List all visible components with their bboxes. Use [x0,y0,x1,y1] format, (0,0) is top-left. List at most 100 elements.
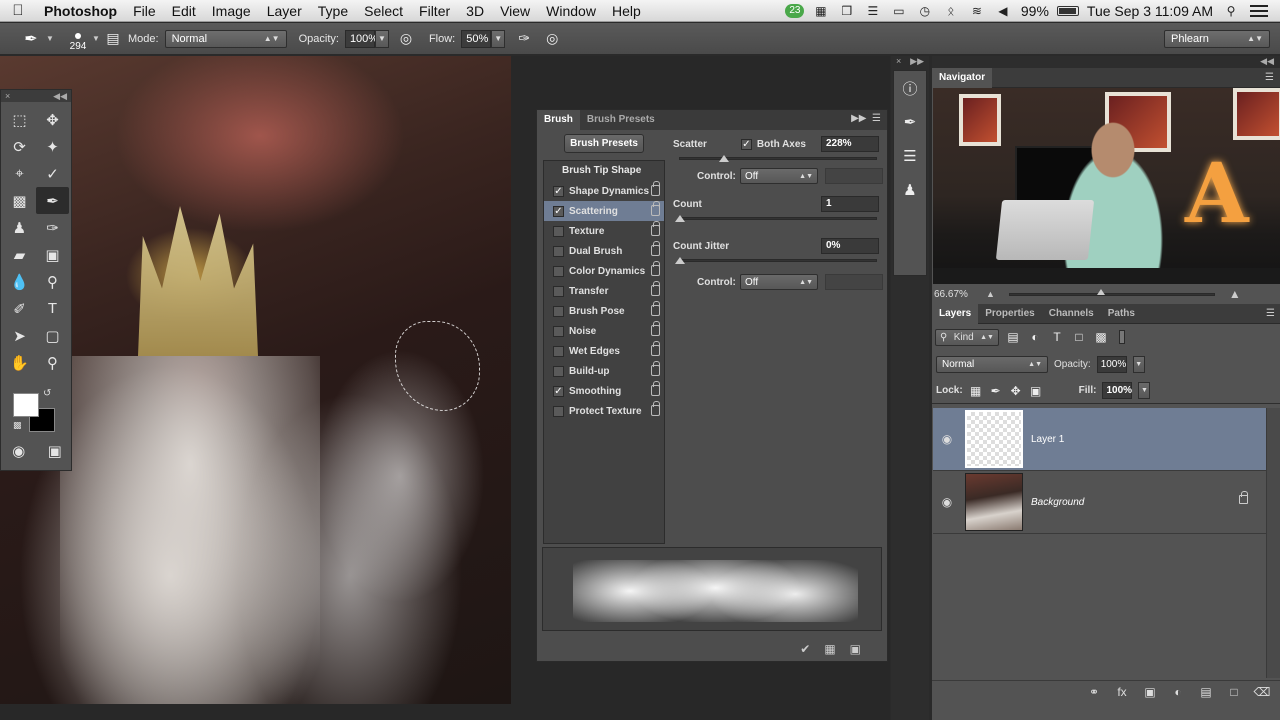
count-value[interactable]: 1 [821,196,879,212]
collapse-dock-icon[interactable]: ◀◀ [1260,56,1274,68]
checkbox-noise[interactable] [553,325,564,337]
screen-mode-icon[interactable]: ▣ [48,442,62,460]
path-selection-tool-icon[interactable]: ➤ [3,322,36,349]
stack-icon[interactable]: ☰ [862,3,884,19]
opacity-input[interactable]: 100% [344,29,378,48]
lock-icon[interactable] [651,321,660,336]
new-layer-icon[interactable]: □ [1225,685,1243,699]
navigator-zoom-value[interactable]: 66.67% [934,289,986,300]
delete-layer-icon[interactable]: ⌫ [1253,685,1271,699]
lock-icon[interactable] [651,381,660,396]
lock-icon[interactable] [651,201,660,216]
marquee-tool-icon[interactable]: ⬚ [3,106,36,133]
foreground-color-swatch[interactable] [13,393,39,417]
layer-name[interactable]: Background [1031,497,1084,508]
wifi-icon[interactable]: ≋ [966,3,988,19]
layer-row-layer-1[interactable]: ◉ Layer 1 [933,408,1266,471]
info-icon[interactable]: ⓘ [894,71,926,105]
menu-view[interactable]: View [492,3,538,19]
layer-lock-icon[interactable] [1239,491,1248,504]
bluetooth-icon[interactable]: ᛟ [940,3,962,19]
checkbox-shape-dynamics[interactable]: ✓ [553,185,564,197]
airplay-icon[interactable]: ▭ [888,3,910,19]
add-mask-icon[interactable]: ▣ [1141,685,1159,699]
filter-pixel-icon[interactable]: ▤ [1005,329,1021,345]
grid-app-icon[interactable]: ▦ [810,3,832,19]
expand-strip-icon[interactable]: ▶▶ [910,56,924,68]
menu-image[interactable]: Image [204,3,259,19]
magic-wand-tool-icon[interactable]: ✦ [36,133,69,160]
tab-paths[interactable]: Paths [1101,304,1142,324]
dropbox-icon[interactable]: ❒ [836,3,858,19]
move-tool-icon[interactable]: ✥ [36,106,69,133]
tool-preset-dropdown-icon[interactable]: ▼ [46,34,56,43]
clone-source-icon[interactable]: ♟ [894,173,926,207]
checkbox-dual-brush[interactable] [553,245,564,257]
menu-edit[interactable]: Edit [164,3,204,19]
pen-tool-icon[interactable]: ✐ [3,295,36,322]
volume-icon[interactable]: ◀ [992,3,1014,19]
lock-icon[interactable] [651,261,660,276]
document-canvas[interactable] [0,56,511,704]
time-machine-icon[interactable]: ◷ [914,3,936,19]
notification-center-icon[interactable] [1250,5,1268,17]
filter-smart-object-icon[interactable]: ▩ [1093,329,1109,345]
visibility-eye-icon[interactable]: ◉ [933,432,961,446]
flow-slider-dropdown[interactable]: ▼ [491,29,506,48]
swap-colors-icon[interactable]: ↺ [43,388,51,399]
navigator-preview[interactable]: A [933,88,1280,284]
menu-file[interactable]: File [125,3,164,19]
filter-shape-icon[interactable]: □ [1071,329,1087,345]
default-colors-icon[interactable]: ▩ [13,420,22,431]
list-item-scattering[interactable]: ✓ Scattering [544,201,664,221]
checkbox-build-up[interactable] [553,365,564,377]
scatter-control-select[interactable]: Off ▲▼ [740,168,818,184]
blur-tool-icon[interactable]: 💧 [3,268,36,295]
slider-thumb[interactable] [675,257,685,264]
tab-channels[interactable]: Channels [1042,304,1101,324]
tab-layers[interactable]: Layers [932,303,979,324]
menu-type[interactable]: Type [310,3,356,19]
brush-panel-icon[interactable]: ✒ [894,105,926,139]
lock-icon[interactable] [651,361,660,376]
new-adjustment-icon[interactable]: ◐ [1169,685,1187,699]
history-brush-tool-icon[interactable]: ✑ [36,214,69,241]
new-brush-icon[interactable]: ▣ [850,642,861,656]
pressure-size-icon[interactable]: ◎ [541,28,563,50]
lock-icon[interactable] [651,221,660,236]
mode-select[interactable]: Normal ▲▼ [164,29,287,48]
layer-opacity-dropdown[interactable]: ▼ [1132,355,1145,373]
flow-input[interactable]: 50% [461,29,492,48]
fill-dropdown[interactable]: ▼ [1138,382,1151,399]
list-item-transfer[interactable]: Transfer [544,281,664,301]
close-panel-icon[interactable]: × [5,91,10,101]
close-strip-icon[interactable]: × [896,56,901,68]
scatter-slider[interactable] [679,154,877,164]
checkbox-scattering[interactable]: ✓ [553,205,564,217]
zoom-slider-thumb[interactable] [1096,288,1105,295]
clone-stamp-tool-icon[interactable]: ♟ [3,214,36,241]
apple-menu-icon[interactable]:  [0,2,36,19]
list-item-shape-dynamics[interactable]: ✓ Shape Dynamics [544,181,664,201]
crop-tool-icon[interactable]: ⌖ [3,160,36,187]
zoom-slider[interactable] [1008,288,1215,296]
opacity-slider-dropdown[interactable]: ▼ [374,29,389,48]
count-slider[interactable] [675,214,877,224]
brush-tool-icon[interactable]: ✒ [36,187,69,214]
zoom-out-icon[interactable]: ▲ [986,289,995,299]
airbrush-icon[interactable]: ✑ [513,28,535,50]
evernote-icon[interactable]: 23 [784,3,806,19]
tab-navigator[interactable]: Navigator [932,67,993,88]
slider-thumb[interactable] [719,155,729,162]
rectangle-tool-icon[interactable]: ▢ [36,322,69,349]
layer-style-fx-icon[interactable]: fx [1113,685,1131,699]
list-item-texture[interactable]: Texture [544,221,664,241]
list-item-color-dynamics[interactable]: Color Dynamics [544,261,664,281]
lock-icon[interactable] [651,281,660,296]
checkbox-brush-pose[interactable] [553,305,564,317]
navigator-menu-icon[interactable]: ☰ [1265,72,1274,83]
link-layers-icon[interactable]: ⚭ [1085,685,1103,699]
zoom-in-icon[interactable]: ▲ [1229,287,1241,301]
lock-icon[interactable] [651,401,660,416]
tab-brush-presets[interactable]: Brush Presets [580,110,662,130]
